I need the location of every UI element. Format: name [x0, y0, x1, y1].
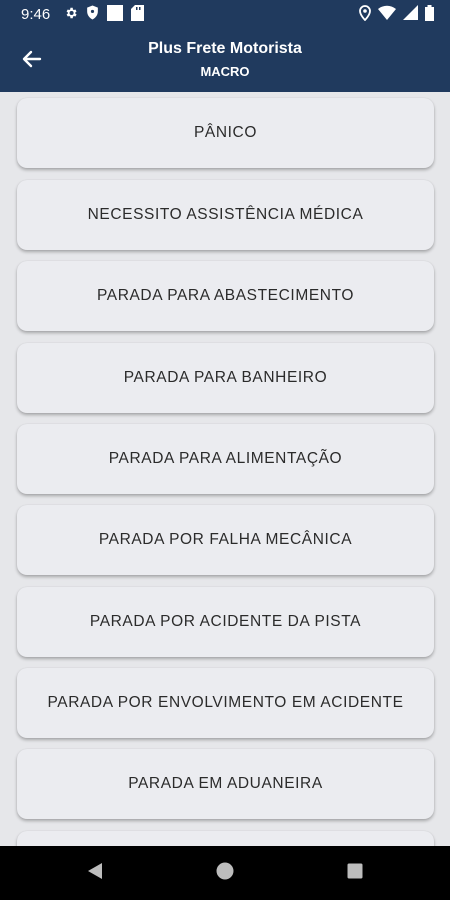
macro-button-banheiro[interactable]: PARADA PARA BANHEIRO	[17, 343, 434, 413]
app-title: Plus Frete Motorista	[148, 40, 302, 57]
macro-button-envolvimento-acidente[interactable]: PARADA POR ENVOLVIMENTO EM ACIDENTE	[17, 668, 434, 738]
app-subtitle: MACRO	[200, 64, 250, 79]
location-icon	[359, 4, 371, 26]
app-bar: Plus Frete Motorista MACRO	[0, 30, 450, 92]
macro-button-falha-mecanica[interactable]: PARADA POR FALHA MECÂNICA	[17, 505, 434, 575]
macro-button-acidente-pista[interactable]: PARADA POR ACIDENTE DA PISTA	[17, 587, 434, 657]
macro-button-assistencia-medica[interactable]: NECESSITO ASSISTÊNCIA MÉDICA	[17, 180, 434, 250]
macro-button-abastecimento[interactable]: PARADA PARA ABASTECIMENTO	[17, 261, 434, 331]
macro-button-partial[interactable]	[17, 831, 434, 846]
macro-button-alimentacao[interactable]: PARADA PARA ALIMENTAÇÃO	[17, 424, 434, 494]
nav-back-button[interactable]	[84, 862, 106, 884]
nav-home-button[interactable]	[214, 862, 236, 884]
square-icon	[107, 4, 123, 26]
gear-icon	[64, 6, 78, 25]
macro-button-panico[interactable]: PÂNICO	[17, 98, 434, 168]
nav-recents-button[interactable]	[344, 862, 366, 884]
battery-icon	[425, 4, 434, 26]
system-nav-bar	[0, 846, 450, 900]
signal-icon	[403, 5, 418, 25]
status-left-icons	[64, 4, 144, 26]
sd-card-icon	[131, 4, 144, 26]
status-time: 9:46	[21, 6, 51, 23]
macro-list: PÂNICO NECESSITO ASSISTÊNCIA MÉDICA PARA…	[0, 92, 450, 846]
recents-square-icon	[347, 863, 363, 884]
macro-button-aduaneira[interactable]: PARADA EM ADUANEIRA	[17, 749, 434, 819]
back-triangle-icon	[87, 862, 103, 885]
home-circle-icon	[216, 862, 234, 885]
status-bar: 9:46	[0, 0, 450, 30]
shield-icon	[86, 5, 99, 25]
wifi-icon	[378, 5, 396, 25]
status-right-icons	[359, 4, 434, 26]
